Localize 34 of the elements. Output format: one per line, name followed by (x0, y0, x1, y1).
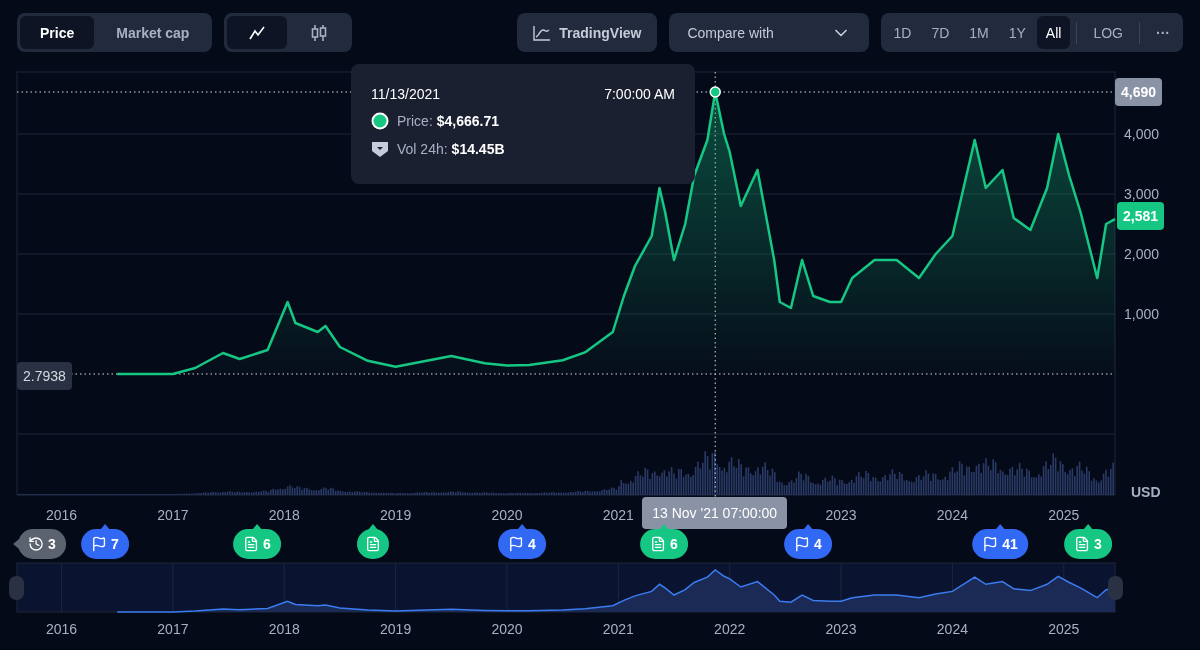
start-price-label: 2.7938 (17, 362, 72, 390)
price-value: $4,666.71 (436, 113, 500, 129)
volume-label: Vol 24h: (397, 141, 448, 157)
x-tick-label: 2021 (602, 507, 634, 523)
x-tick-label: 2016 (45, 507, 78, 523)
x-tick-label: 2023 (825, 507, 857, 523)
navigator-year-label: 2020 (491, 621, 523, 637)
navigator-year-label: 2021 (602, 621, 634, 637)
x-tick-label: 2017 (157, 507, 189, 523)
price-badge: 2,581 (1117, 202, 1165, 231)
navigator-year-label: 2017 (157, 621, 189, 637)
currency-label: USD (1131, 484, 1161, 500)
price-badge: 4,690 (1115, 77, 1163, 106)
date-label: 13 Nov '21 07:00:00 (642, 497, 788, 529)
volume-value: $14.45B (451, 141, 505, 157)
price-label: Price: (397, 113, 433, 129)
navigator-year-label: 2025 (1048, 621, 1080, 637)
y-tick-label: 4,000 (1124, 126, 1160, 142)
y-tick-label: 3,000 (1124, 186, 1160, 202)
tooltip-time: 7:00:00 AM (604, 86, 675, 102)
x-tick-label: 2025 (1048, 507, 1080, 523)
x-tick-label: 2019 (380, 507, 412, 523)
x-tick-label: 2020 (491, 507, 523, 523)
x-tick-label: 2018 (268, 507, 300, 523)
navigator-year-label: 2018 (268, 621, 300, 637)
navigator-year-label: 2022 (714, 621, 746, 637)
tooltip-date: 11/13/2021 (371, 86, 441, 102)
y-tick-label: 1,000 (1124, 306, 1160, 322)
navigator-year-label: 2019 (380, 621, 412, 637)
y-tick-label: 2,000 (1124, 246, 1160, 262)
navigator-year-label: 2023 (825, 621, 857, 637)
navigator-year-label: 2024 (936, 621, 968, 637)
x-tick-label: 2024 (936, 507, 968, 523)
navigator-year-label: 2016 (45, 621, 78, 637)
